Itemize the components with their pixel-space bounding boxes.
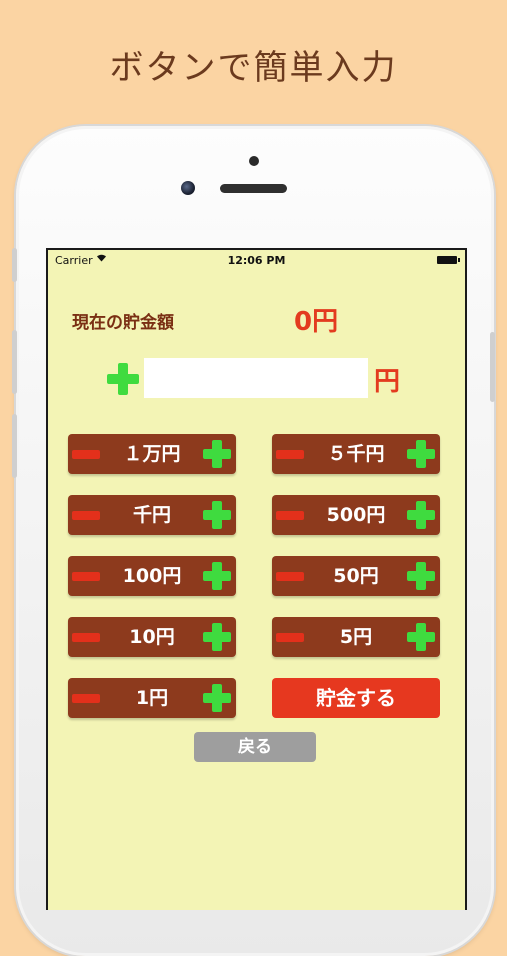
plus-icon[interactable] — [202, 561, 232, 591]
denom-button-5000: ５千円 — [272, 434, 440, 474]
denom-button-1000: 千円 — [68, 495, 236, 535]
status-time: 12:06 PM — [227, 254, 286, 267]
minus-icon[interactable] — [72, 572, 100, 581]
plus-icon[interactable] — [406, 622, 436, 652]
denom-button-100: 100円 — [68, 556, 236, 596]
phone-power-button — [490, 332, 495, 402]
phone-mute-switch — [12, 248, 17, 282]
minus-icon[interactable] — [276, 633, 304, 642]
minus-icon[interactable] — [72, 450, 100, 459]
plus-icon[interactable] — [202, 439, 232, 469]
denom-button-50: 50円 — [272, 556, 440, 596]
save-button[interactable]: 貯金する — [272, 678, 440, 718]
plus-icon[interactable] — [406, 439, 436, 469]
plus-icon[interactable] — [406, 500, 436, 530]
denom-label: ５千円 — [327, 443, 385, 465]
status-bar: Carrier 12:06 PM — [48, 250, 465, 272]
minus-icon[interactable] — [276, 572, 304, 581]
front-camera — [181, 181, 195, 195]
denom-label: 100円 — [122, 565, 182, 587]
minus-icon[interactable] — [72, 694, 100, 703]
minus-icon[interactable] — [276, 450, 304, 459]
denom-button-500: 500円 — [272, 495, 440, 535]
phone-volume-down — [12, 414, 17, 478]
minus-icon[interactable] — [276, 511, 304, 520]
phone-volume-up — [12, 330, 17, 394]
promo-headline: ボタンで簡単入力 — [109, 48, 398, 88]
denom-button-5: 5円 — [272, 617, 440, 657]
current-savings-label: 現在の貯金額 — [72, 313, 174, 333]
minus-icon[interactable] — [72, 633, 100, 642]
denom-button-10: 10円 — [68, 617, 236, 657]
denom-label: 5円 — [339, 626, 373, 648]
denom-button-10000: １万円 — [68, 434, 236, 474]
current-savings-amount: 0円 — [294, 307, 339, 337]
denom-label: 500円 — [326, 504, 386, 526]
amount-input[interactable] — [144, 358, 368, 398]
yen-unit-label: 円 — [374, 367, 401, 397]
add-amount-icon[interactable] — [106, 362, 140, 396]
minus-icon[interactable] — [72, 511, 100, 520]
plus-icon[interactable] — [406, 561, 436, 591]
earpiece-speaker — [220, 184, 287, 193]
app-screen: Carrier 12:06 PM 現在の貯金額 0円 円 １万円 ５千円 千円 — [46, 248, 467, 910]
battery-icon — [437, 256, 460, 264]
front-sensor — [249, 156, 259, 166]
plus-icon[interactable] — [202, 500, 232, 530]
denom-label: １万円 — [123, 443, 181, 465]
plus-icon[interactable] — [202, 622, 232, 652]
back-button[interactable]: 戻る — [194, 732, 316, 762]
denom-label: 千円 — [132, 504, 171, 526]
denom-label: 10円 — [129, 626, 175, 648]
denom-button-1: 1円 — [68, 678, 236, 718]
denom-label: 50円 — [333, 565, 379, 587]
denom-label: 1円 — [135, 687, 169, 709]
plus-icon[interactable] — [202, 683, 232, 713]
